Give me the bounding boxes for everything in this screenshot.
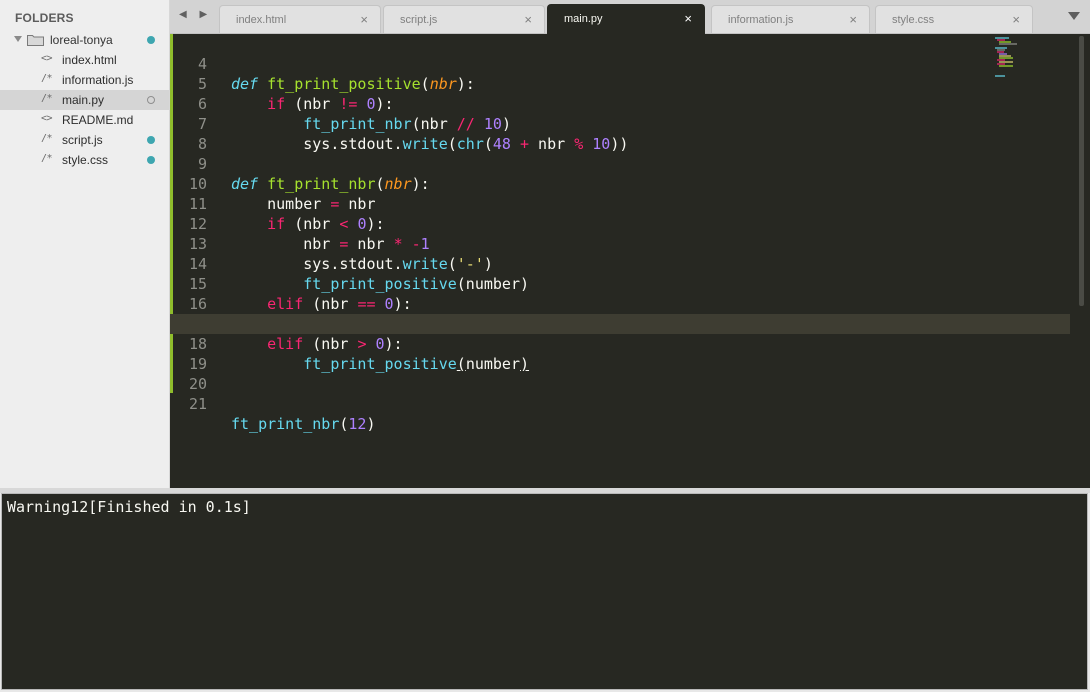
sidebar: FOLDERS loreal-tonya <> index.html /* in… <box>0 0 170 488</box>
sidebar-file-style-css[interactable]: /* style.css <box>0 150 169 170</box>
build-output-text: Warning12[Finished in 0.1s] <box>7 498 251 516</box>
code-line-current[interactable]: 18 ft_print_positive(number) <box>170 314 1070 373</box>
tab-script-js[interactable]: script.js × <box>383 5 545 33</box>
code-line[interactable]: 14 ft_print_positive(number) <box>170 234 1070 293</box>
code-line[interactable]: 8 <box>170 114 1070 153</box>
code-line[interactable]: 15 elif (nbr == 0): <box>170 254 1070 313</box>
code-line[interactable]: 13 sys.stdout.write('-') <box>170 214 1070 273</box>
close-icon[interactable]: × <box>524 12 532 27</box>
vertical-scrollbar[interactable] <box>1079 36 1084 306</box>
script-file-icon: /* <box>41 73 53 84</box>
code-line[interactable]: 7 sys.stdout.write(chr(48 + nbr % 10)) <box>170 94 1070 153</box>
sidebar-title: FOLDERS <box>15 11 74 25</box>
line-number: 21 <box>188 395 207 413</box>
script-file-icon: /* <box>41 93 53 104</box>
code-line[interactable]: 19 <box>170 334 1070 373</box>
file-status-dot <box>147 156 155 164</box>
tab-bar: ◀ ▶ index.html × script.js × main.py × i… <box>170 0 1090 34</box>
code-line[interactable]: 11 if (nbr < 0): <box>170 174 1070 233</box>
caret-down-icon[interactable] <box>14 36 22 42</box>
folder-loreal-tonya[interactable]: loreal-tonya <box>0 30 169 50</box>
close-icon[interactable]: × <box>684 11 692 26</box>
tab-label: information.js <box>728 14 794 26</box>
sidebar-file-main-py[interactable]: /* main.py <box>0 90 169 110</box>
minimap[interactable] <box>995 36 1045 80</box>
code-line[interactable]: 10 number = nbr <box>170 154 1070 213</box>
code-text: ft_print_nbr(12) <box>231 415 376 433</box>
code-line[interactable]: 12 nbr = nbr * -1 <box>170 194 1070 253</box>
markdown-file-icon: <> <box>41 113 53 124</box>
tab-index-html[interactable]: index.html × <box>219 5 381 33</box>
close-icon[interactable]: × <box>360 12 368 27</box>
close-icon[interactable]: × <box>849 12 857 27</box>
file-label: README.md <box>62 113 134 127</box>
tab-nav-arrows-icon[interactable]: ◀ ▶ <box>179 9 212 20</box>
build-output-panel[interactable]: Warning12[Finished in 0.1s] <box>1 493 1088 690</box>
code-line[interactable]: 4 def ft_print_positive(nbr): <box>170 34 1070 93</box>
file-label: script.js <box>62 133 103 147</box>
folder-status-dot <box>147 36 155 44</box>
code-line[interactable]: 17 elif (nbr > 0): <box>170 294 1070 353</box>
folder-name: loreal-tonya <box>50 33 113 47</box>
tab-label: style.css <box>892 14 935 26</box>
sidebar-file-information-js[interactable]: /* information.js <box>0 70 169 90</box>
file-label: index.html <box>62 53 117 67</box>
code-line[interactable]: 5 if (nbr != 0): <box>170 54 1070 113</box>
code-line[interactable]: 9 def ft_print_nbr(nbr): <box>170 134 1070 193</box>
script-file-icon: /* <box>41 133 53 144</box>
tab-list-dropdown-icon[interactable] <box>1068 12 1080 20</box>
code-line[interactable]: 20 <box>170 354 1070 393</box>
sidebar-file-script-js[interactable]: /* script.js <box>0 130 169 150</box>
tab-label: index.html <box>236 14 287 26</box>
file-status-dot <box>147 136 155 144</box>
file-label: main.py <box>62 93 105 107</box>
file-label: style.css <box>62 153 109 167</box>
close-icon[interactable]: × <box>1012 12 1020 27</box>
code-line[interactable]: 21 ft_print_nbr(12) <box>170 374 1070 433</box>
tab-label: script.js <box>400 14 438 26</box>
html-file-icon: <> <box>41 53 53 64</box>
code-editor[interactable]: 4 def ft_print_positive(nbr): 5 if (nbr … <box>170 34 1090 488</box>
tab-information-js[interactable]: information.js × <box>711 5 870 33</box>
style-file-icon: /* <box>41 153 53 164</box>
folder-icon <box>27 35 44 46</box>
code-line[interactable]: 6 ft_print_nbr(nbr // 10) <box>170 74 1070 133</box>
unsaved-indicator-icon <box>147 96 155 104</box>
tab-main-py[interactable]: main.py × <box>547 4 705 34</box>
sidebar-file-index-html[interactable]: <> index.html <box>0 50 169 70</box>
sidebar-file-readme-md[interactable]: <> README.md <box>0 110 169 130</box>
tab-style-css[interactable]: style.css × <box>875 5 1033 33</box>
tab-label: main.py <box>564 13 603 25</box>
code-line[interactable]: 16 sys.stdout.write('Warning') <box>170 274 1070 333</box>
file-label: information.js <box>62 73 134 87</box>
